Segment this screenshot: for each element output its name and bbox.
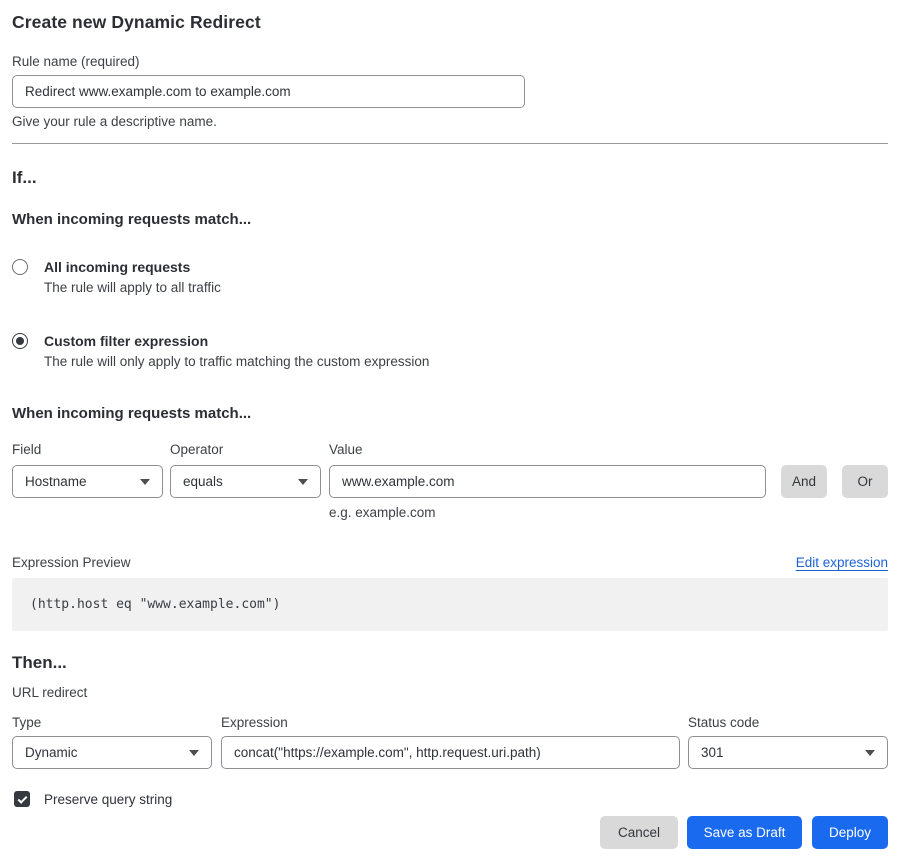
expression-column: Expression xyxy=(221,714,680,769)
rule-name-label: Rule name (required) xyxy=(12,53,888,70)
redirect-expression-input[interactable] xyxy=(221,736,680,769)
if-section-heading: If... xyxy=(12,167,888,188)
filter-builder-heading: When incoming requests match... xyxy=(12,405,888,423)
radio-option-texts: Custom filter expression The rule will o… xyxy=(44,332,429,370)
caret-down-icon xyxy=(865,750,875,756)
deploy-button[interactable]: Deploy xyxy=(812,816,888,849)
radio-option-custom-filter-expression[interactable]: Custom filter expression The rule will o… xyxy=(12,332,888,370)
radio-all-incoming-requests-description: The rule will apply to all traffic xyxy=(44,279,221,296)
expression-label: Expression xyxy=(221,714,680,731)
preserve-query-string-option[interactable]: Preserve query string xyxy=(12,791,888,807)
redirect-settings-row: Type Dynamic Expression Status code 301 xyxy=(12,714,888,769)
status-code-column: Status code 301 xyxy=(688,714,888,769)
status-code-label: Status code xyxy=(688,714,888,731)
field-column: Field Hostname xyxy=(12,441,163,498)
value-label: Value xyxy=(329,441,766,458)
cancel-button[interactable]: Cancel xyxy=(600,816,678,849)
or-button[interactable]: Or xyxy=(842,465,888,498)
check-icon xyxy=(17,793,27,803)
caret-down-icon xyxy=(298,479,308,485)
expression-preview-code: (http.host eq "www.example.com") xyxy=(12,578,888,631)
and-button[interactable]: And xyxy=(781,465,827,498)
rule-name-field-wrap xyxy=(12,75,525,108)
radio-option-all-incoming-requests[interactable]: All incoming requests The rule will appl… xyxy=(12,258,888,296)
caret-down-icon xyxy=(189,750,199,756)
status-code-select-value: 301 xyxy=(701,745,724,760)
type-select-value: Dynamic xyxy=(25,745,78,760)
form-footer: Cancel Save as Draft Deploy xyxy=(12,816,888,849)
expression-preview-header: Expression Preview Edit expression xyxy=(12,554,888,571)
radio-all-incoming-requests[interactable] xyxy=(12,259,28,275)
page-title: Create new Dynamic Redirect xyxy=(12,12,888,32)
preserve-query-string-checkbox[interactable] xyxy=(14,791,30,807)
save-as-draft-button[interactable]: Save as Draft xyxy=(687,816,802,849)
value-input[interactable] xyxy=(329,465,766,498)
incoming-requests-match-heading: When incoming requests match... xyxy=(12,211,888,229)
radio-option-texts: All incoming requests The rule will appl… xyxy=(44,258,221,296)
then-section-heading: Then... xyxy=(12,652,888,673)
operator-select-value: equals xyxy=(183,474,223,489)
edit-expression-link[interactable]: Edit expression xyxy=(796,555,888,570)
radio-all-incoming-requests-label: All incoming requests xyxy=(44,258,221,276)
value-help: e.g. example.com xyxy=(329,504,766,521)
type-label: Type xyxy=(12,714,212,731)
type-select[interactable]: Dynamic xyxy=(12,736,212,769)
preserve-query-string-label: Preserve query string xyxy=(44,792,172,807)
filter-builder-row: Field Hostname Operator equals Value e.g… xyxy=(12,441,888,521)
operator-column: Operator equals xyxy=(170,441,321,498)
rule-name-input[interactable] xyxy=(12,75,525,108)
rule-name-help: Give your rule a descriptive name. xyxy=(12,113,888,130)
operator-select[interactable]: equals xyxy=(170,465,321,498)
radio-custom-filter-expression-label: Custom filter expression xyxy=(44,332,429,350)
field-select-value: Hostname xyxy=(25,474,87,489)
type-column: Type Dynamic xyxy=(12,714,212,769)
url-redirect-label: URL redirect xyxy=(12,684,888,701)
value-column: Value e.g. example.com xyxy=(329,441,766,521)
field-label: Field xyxy=(12,441,163,458)
caret-down-icon xyxy=(140,479,150,485)
status-code-select[interactable]: 301 xyxy=(688,736,888,769)
create-redirect-form: Create new Dynamic Redirect Rule name (r… xyxy=(0,0,907,849)
section-divider xyxy=(12,143,888,144)
radio-custom-filter-expression[interactable] xyxy=(12,333,28,349)
field-select[interactable]: Hostname xyxy=(12,465,163,498)
radio-custom-filter-expression-description: The rule will only apply to traffic matc… xyxy=(44,353,429,370)
operator-label: Operator xyxy=(170,441,321,458)
expression-preview-label: Expression Preview xyxy=(12,554,131,571)
